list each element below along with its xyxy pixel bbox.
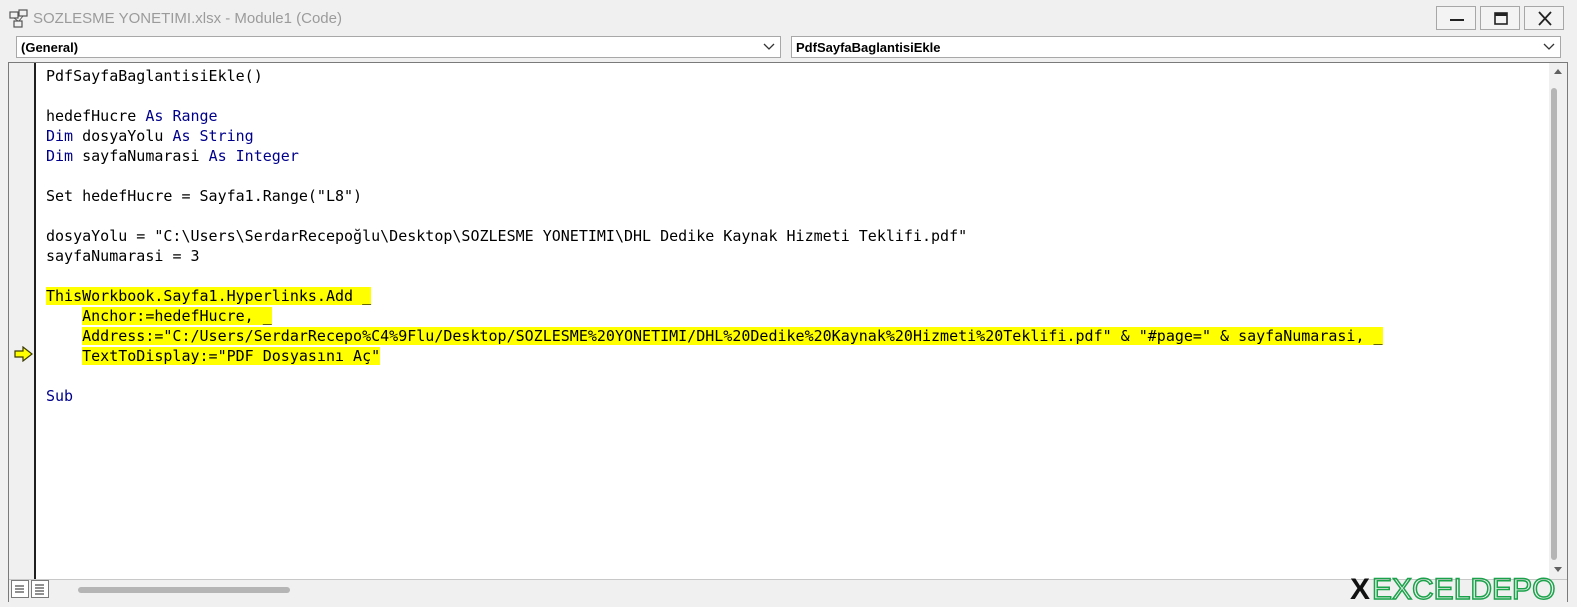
code-line-text: TextToDisplay:="PDF Dosyasını Aç": [82, 347, 381, 365]
svg-text:X: X: [1350, 573, 1370, 606]
code-line[interactable]: [46, 86, 1541, 106]
close-icon: [1538, 11, 1552, 26]
horizontal-scrollbar-thumb[interactable]: [78, 587, 290, 593]
maximize-icon: [1494, 12, 1508, 25]
full-module-view-icon: [35, 584, 44, 595]
code-line-text: dosyaYolu = "C:\Users\SerdarRecepoğlu\De…: [46, 227, 968, 245]
minimize-icon: [1450, 19, 1464, 21]
object-dropdown-value: (General): [21, 40, 79, 55]
execution-arrow-icon: [14, 346, 33, 362]
code-line-text: PdfSayfaBaglantisiEkle(): [46, 67, 263, 85]
code-line-text: sayfaNumarasi = 3: [46, 247, 200, 265]
code-line[interactable]: [46, 206, 1541, 226]
exceldepo-logo-icon: X EXCELDEPO: [1350, 572, 1556, 606]
code-line[interactable]: sayfaNumarasi = 3: [46, 246, 1541, 266]
procedure-view-icon: [15, 585, 24, 593]
code-line[interactable]: [46, 366, 1541, 386]
code-line[interactable]: PdfSayfaBaglantisiEkle(): [46, 66, 1541, 86]
margin-indicator-bar[interactable]: [9, 63, 36, 579]
vertical-scrollbar-thumb[interactable]: [1551, 88, 1557, 560]
code-window[interactable]: PdfSayfaBaglantisiEkle() hedefHucre As Ra…: [46, 66, 1541, 576]
vba-project-icon: [9, 9, 28, 28]
code-line[interactable]: TextToDisplay:="PDF Dosyasını Aç": [46, 346, 1541, 366]
full-module-view-button[interactable]: [31, 580, 49, 598]
window-title: SOZLESME YONETIMI.xlsx - Module1 (Code): [33, 10, 342, 27]
code-line[interactable]: Anchor:=hedefHucre, _: [46, 306, 1541, 326]
maximize-button[interactable]: [1480, 6, 1520, 30]
code-line[interactable]: Address:="C:/Users/SerdarRecepo%C4%9Flu/…: [46, 326, 1541, 346]
window-titlebar: SOZLESME YONETIMI.xlsx - Module1 (Code): [0, 0, 1577, 36]
code-line-text: Sub: [46, 387, 74, 405]
procedure-dropdown-value: PdfSayfaBaglantisiEkle: [796, 40, 941, 55]
minimize-button[interactable]: [1436, 6, 1476, 30]
code-line-text: ThisWorkbook.Sayfa1.Hyperlinks.Add _: [46, 287, 372, 305]
procedure-view-button[interactable]: [11, 580, 29, 598]
code-line[interactable]: ThisWorkbook.Sayfa1.Hyperlinks.Add _: [46, 286, 1541, 306]
scroll-up-icon[interactable]: [1549, 65, 1567, 79]
code-line-text: Set hedefHucre = Sayfa1.Range("L8"): [46, 187, 363, 205]
code-line[interactable]: [46, 166, 1541, 186]
chevron-down-icon: [763, 43, 775, 50]
code-line[interactable]: dosyaYolu = "C:\Users\SerdarRecepoğlu\De…: [46, 226, 1541, 246]
code-line[interactable]: Dim sayfaNumarasi As Integer: [46, 146, 1541, 166]
code-line-text: Address:="C:/Users/SerdarRecepo%C4%9Flu/…: [82, 327, 1383, 345]
code-line[interactable]: hedefHucre As Range: [46, 106, 1541, 126]
object-dropdown[interactable]: (General): [16, 36, 781, 58]
procedure-dropdown[interactable]: PdfSayfaBaglantisiEkle: [791, 36, 1561, 58]
code-line-text: hedefHucre As Range: [46, 107, 218, 125]
code-line-text: Dim sayfaNumarasi As Integer: [46, 147, 299, 165]
logo-text: EXCELDEPO: [1372, 573, 1555, 606]
code-line-text: Anchor:=hedefHucre, _: [82, 307, 272, 325]
code-line[interactable]: Sub: [46, 386, 1541, 406]
code-line[interactable]: [46, 266, 1541, 286]
close-button[interactable]: [1524, 6, 1564, 30]
code-line-text: Dim dosyaYolu As String: [46, 127, 254, 145]
chevron-down-icon: [1543, 43, 1555, 50]
code-line[interactable]: Dim dosyaYolu As String: [46, 126, 1541, 146]
code-line[interactable]: Set hedefHucre = Sayfa1.Range("L8"): [46, 186, 1541, 206]
